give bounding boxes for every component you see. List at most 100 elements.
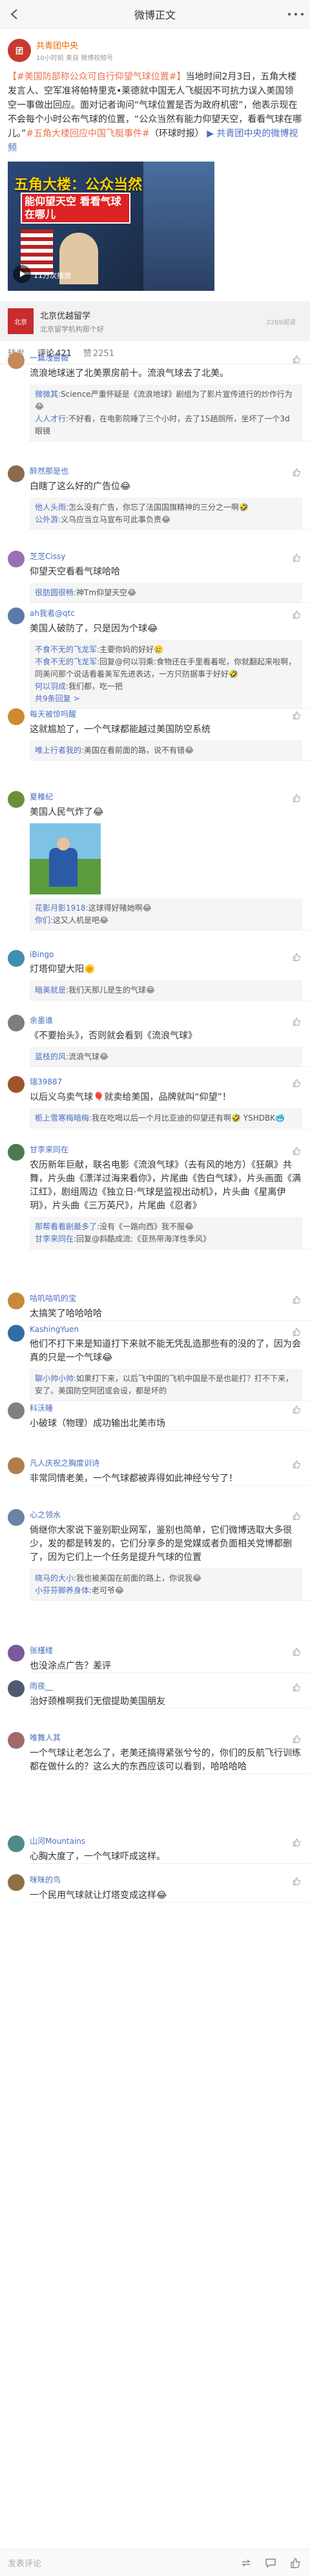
reply-author[interactable]: 那帮看看剧最多了: xyxy=(35,1222,99,1231)
commenter-avatar[interactable] xyxy=(8,1076,25,1093)
comment-like-icon[interactable] xyxy=(292,1512,301,1521)
comment-like-icon[interactable] xyxy=(292,1079,301,1088)
commenter-name[interactable]: 唯舞人其 xyxy=(30,1732,302,1743)
more-options-icon[interactable] xyxy=(288,8,304,21)
comment-like-icon[interactable] xyxy=(292,1460,301,1469)
commenter-name[interactable]: 山河Mountains xyxy=(30,1835,302,1846)
author-avatar[interactable]: 团 xyxy=(8,39,31,62)
comment-like-icon[interactable] xyxy=(292,794,301,803)
commenter-name[interactable]: 醉然那是也 xyxy=(30,465,302,476)
comment-like-icon[interactable] xyxy=(292,468,301,477)
comment-like-icon[interactable] xyxy=(292,711,301,720)
reply-author[interactable]: 很肪圆很畅: xyxy=(35,588,76,597)
comment-like-icon[interactable] xyxy=(292,1683,301,1692)
comment-input[interactable]: 发表评论 xyxy=(8,2557,229,2569)
post-hashtag[interactable]: 【#美国防部称公众可自行仰望气球位置#】 xyxy=(8,72,185,82)
reply-author[interactable]: 花影月影1918: xyxy=(35,903,88,913)
author-name[interactable]: 共青团中央 xyxy=(36,39,113,51)
comment-like-icon[interactable] xyxy=(292,953,301,962)
commenter-name[interactable]: 张槿缕 xyxy=(30,1645,302,1656)
play-icon[interactable] xyxy=(13,265,31,283)
commenter-avatar[interactable] xyxy=(8,1402,25,1419)
comment-like-icon[interactable] xyxy=(292,1735,301,1744)
reply-author[interactable]: 甘李来同在: xyxy=(35,1234,76,1243)
comment-like-icon[interactable] xyxy=(292,355,301,364)
back-arrow-icon[interactable] xyxy=(6,6,22,22)
reply-author[interactable]: 栀上雪寒梅暗梅: xyxy=(35,1114,92,1123)
comment-like-icon[interactable] xyxy=(292,610,301,619)
commenter-name[interactable]: 雨夜__ xyxy=(30,1680,302,1691)
reply-author[interactable]: 何以羽成: xyxy=(35,682,68,691)
commenter-name[interactable]: 甘李来同在 xyxy=(30,1144,302,1155)
reply-box[interactable]: 那帮看看剧最多了:没有《一路向西》我不服😂 甘李来同在:回复@斜酷成流:《亚热带海… xyxy=(30,1217,302,1249)
comment-like-icon[interactable] xyxy=(292,553,301,562)
reply-box[interactable]: 唯上行者我的:美国在看前面的路，说不有错😂 xyxy=(30,741,302,761)
commenter-name[interactable]: iBingo xyxy=(30,950,302,959)
reply-author[interactable]: 蓝枝的风: xyxy=(35,1052,68,1061)
comment-like-icon[interactable] xyxy=(292,1017,301,1026)
reply-box[interactable]: 他人头雨:怎么没有广告，你忘了法国国旗精神的三分之一啊🤣 公外游:义乌应当立马宣布… xyxy=(30,498,302,530)
commenter-name[interactable]: 咕叽咕叽的宝 xyxy=(30,1293,302,1304)
reply-box[interactable]: 微微其:Science严重怀疑是《流浪地球》剧组为了影片宣传进行的炒作行为😂 人人… xyxy=(30,385,302,441)
commenter-name[interactable]: 夏稚纪 xyxy=(30,791,302,802)
commenter-avatar[interactable] xyxy=(8,1457,25,1474)
comment-like-icon[interactable] xyxy=(292,1647,301,1656)
commenter-name[interactable]: 瑞39887 xyxy=(30,1076,302,1087)
commenter-avatar[interactable] xyxy=(8,465,25,482)
comment-like-icon[interactable] xyxy=(292,1405,301,1414)
reply-author[interactable]: 唯上行者我的: xyxy=(35,746,84,755)
comment-like-icon[interactable] xyxy=(292,1877,301,1886)
like-icon[interactable] xyxy=(288,2556,302,2570)
comment-like-icon[interactable] xyxy=(292,1327,301,1336)
comment-image[interactable] xyxy=(30,823,101,894)
commenter-name[interactable]: KashingYuen xyxy=(30,1325,302,1334)
commenter-avatar[interactable] xyxy=(8,791,25,808)
reply-box[interactable]: 不食不无的飞龙军:主要你妈的好好🥲 不食不无的飞龙军:回复@何以羽乘:食物还在手里… xyxy=(30,640,302,709)
comment-like-icon[interactable] xyxy=(292,1838,301,1847)
commenter-avatar[interactable] xyxy=(8,1835,25,1852)
reply-author[interactable]: 人人才行: xyxy=(35,414,68,423)
commenter-avatar[interactable] xyxy=(8,1144,25,1161)
reply-author[interactable]: 公外游: xyxy=(35,515,61,524)
reply-author[interactable]: 不食不无的飞龙军: xyxy=(35,645,99,654)
comment-like-icon[interactable] xyxy=(292,1295,301,1304)
commenter-avatar[interactable] xyxy=(8,1874,25,1891)
commenter-name[interactable]: 芝芝Cissy xyxy=(30,551,302,562)
reply-author[interactable]: 他人头雨: xyxy=(35,503,68,512)
reply-box[interactable]: 暗美就是:我们天那儿是生的气球😂 xyxy=(30,980,302,1000)
promoted-card[interactable]: 北京 北京优越留学 北京留学机构那个好 2269阅读 xyxy=(0,301,310,341)
reply-box[interactable]: 聊小帅小帅:如果打下来，以后飞中国的飞机中国是不是也能打？打不下来，安了。美国防… xyxy=(30,1369,302,1401)
commenter-avatar[interactable] xyxy=(8,1015,25,1031)
commenter-avatar[interactable] xyxy=(8,950,25,967)
commenter-name[interactable]: 科沃睡 xyxy=(30,1402,302,1413)
commenter-avatar[interactable] xyxy=(8,1293,25,1309)
reply-author[interactable]: 你们: xyxy=(35,916,53,925)
commenter-avatar[interactable] xyxy=(8,1509,25,1526)
reply-author[interactable]: 小芬芬脚养身体: xyxy=(35,1586,92,1595)
post-hashtag-2[interactable]: #五角大楼回应中国飞艇事件# xyxy=(26,129,149,139)
commenter-avatar[interactable] xyxy=(8,1680,25,1697)
commenter-name[interactable]: 心之领水 xyxy=(30,1509,302,1520)
commenter-avatar[interactable] xyxy=(8,1732,25,1749)
post-author[interactable]: 团 共青团中央 10小时前 来自 微博视频号 xyxy=(8,36,302,65)
reply-author[interactable]: 微微其: xyxy=(35,390,61,399)
more-replies-link[interactable]: 共9条回复 > xyxy=(35,693,297,705)
commenter-name[interactable]: ah我者@qtc xyxy=(30,607,302,618)
commenter-name[interactable]: 咪咪的鸟 xyxy=(30,1874,302,1885)
commenter-avatar[interactable] xyxy=(8,708,25,725)
reply-box[interactable]: 蓝枝的风:流浪气球😂 xyxy=(30,1047,302,1067)
reply-box[interactable]: 花影月影1918:这球得好赌她啊😂 你们:这又人机是吧😂 xyxy=(30,898,302,931)
commenter-avatar[interactable] xyxy=(8,1645,25,1662)
reply-author[interactable]: 聊小帅小帅: xyxy=(35,1374,76,1383)
reply-box[interactable]: 栀上雪寒梅暗梅:我在吃喝以后一个月比亚迪的仰望还有啊🤣 YSHDBK🥶 xyxy=(30,1108,302,1128)
reply-box[interactable]: 很肪圆很畅:神Tm仰望天空😂 xyxy=(30,583,302,603)
commenter-avatar[interactable] xyxy=(8,551,25,567)
comment-like-icon[interactable] xyxy=(292,1146,301,1156)
commenter-name[interactable]: 每天被惊吗醒 xyxy=(30,708,302,719)
video-thumbnail[interactable]: 五角大楼：公众当然 能仰望天空 看看气球在哪儿 11万次播放 xyxy=(8,162,214,291)
commenter-name[interactable]: 凡人庆祝之胸度训诗 xyxy=(30,1457,302,1468)
commenter-avatar[interactable] xyxy=(8,607,25,624)
comment-icon[interactable] xyxy=(264,2556,278,2570)
commenter-avatar[interactable] xyxy=(8,352,25,369)
reply-author[interactable]: 暗美就是: xyxy=(35,986,68,995)
